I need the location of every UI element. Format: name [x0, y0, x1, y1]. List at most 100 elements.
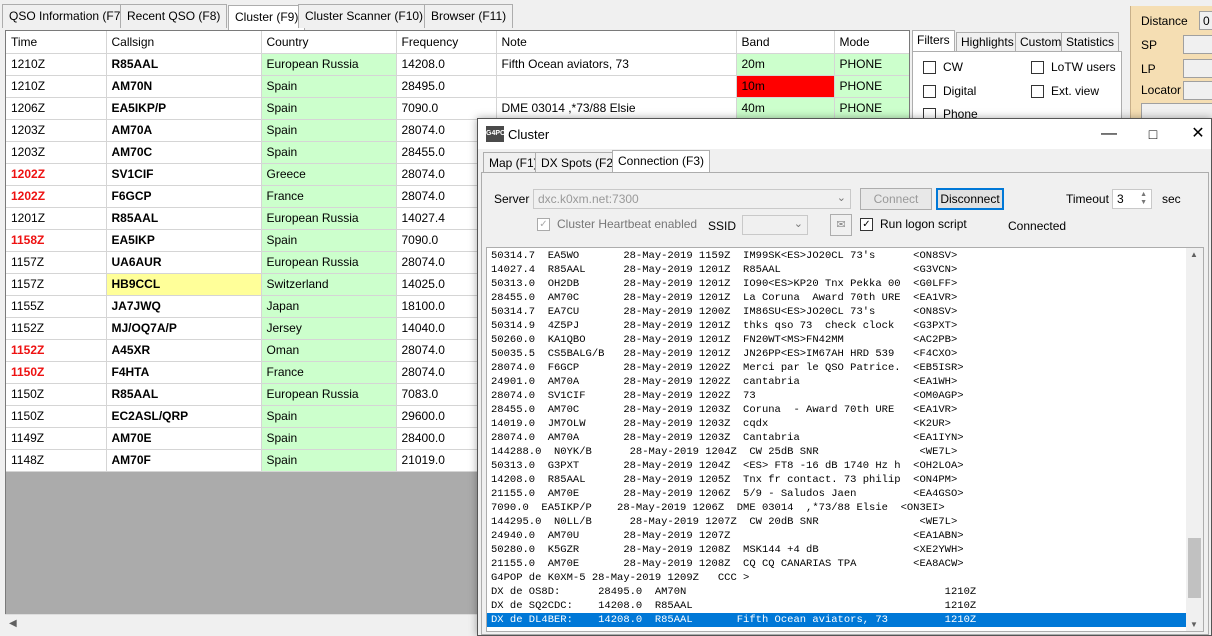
column-header[interactable]: Frequency — [396, 31, 497, 54]
minimize-icon[interactable]: — — [1086, 119, 1132, 149]
log-line[interactable]: 144288.0 N0YK/B 28-May-2019 1204Z CW 25d… — [491, 445, 1191, 459]
time-cell: 1149Z — [6, 427, 107, 450]
log-line[interactable]: 14027.4 R85AAL 28-May-2019 1201Z R85AAL … — [491, 263, 1191, 277]
maximize-icon[interactable]: □ — [1130, 119, 1176, 149]
horizontal-scrollbar[interactable]: ◀ — [5, 614, 480, 634]
column-header[interactable]: Country — [261, 31, 397, 54]
log-line[interactable]: 50313.0 G3PXT 28-May-2019 1204Z <ES> FT8… — [491, 459, 1191, 473]
column-header[interactable]: Band — [736, 31, 835, 54]
log-line[interactable]: 50313.0 OH2DB 28-May-2019 1201Z IO90<ES>… — [491, 277, 1191, 291]
log-line[interactable]: 28074.0 F6GCP 28-May-2019 1202Z Merci pa… — [491, 361, 1191, 375]
tab-custom[interactable]: Custom — [1015, 32, 1067, 52]
timeout-spinner[interactable]: 3 ▲ ▼ — [1112, 189, 1152, 209]
time-cell: 1202Z — [6, 185, 107, 208]
log-line[interactable]: 50280.0 K5GZR 28-May-2019 1208Z MSK144 +… — [491, 543, 1191, 557]
log-line[interactable]: 28455.0 AM70C 28-May-2019 1203Z Coruna -… — [491, 403, 1191, 417]
script-edit-icon[interactable]: ✉ — [830, 214, 852, 236]
tab-cluster-scanner[interactable]: Cluster Scanner (F10) — [298, 4, 431, 28]
tab-statistics[interactable]: Statistics — [1061, 32, 1120, 52]
log-line[interactable]: 24940.0 AM70U 28-May-2019 1207Z <EA1ABN> — [491, 529, 1191, 543]
table-row[interactable]: 1210Z AM70N Spain 28495.0 10m PHONE — [6, 75, 909, 98]
log-line[interactable]: DX de SQ2CDC: 14208.0 R85AAL 1210Z — [491, 599, 1191, 613]
vertical-scrollbar[interactable]: ▲ ▼ — [1186, 248, 1203, 631]
note-cell — [496, 75, 737, 98]
log-line[interactable]: G4POP de K0XM-5 28-May-2019 1209Z CCC > — [491, 571, 1191, 585]
country-cell: Spain — [261, 75, 397, 98]
cluster-log[interactable]: 50314.7 EA5WO 28-May-2019 1159Z IM99SK<E… — [486, 247, 1204, 632]
distance-label: Distance — [1141, 14, 1188, 28]
tab-connection[interactable]: Connection (F3) — [612, 150, 711, 172]
callsign-cell: F6GCP — [106, 185, 262, 208]
sp-field[interactable] — [1183, 35, 1212, 54]
log-line[interactable]: 28074.0 SV1CIF 28-May-2019 1202Z 73 <OM0… — [491, 389, 1191, 403]
close-icon[interactable]: ✕ — [1175, 119, 1212, 149]
logon-script-checkbox[interactable]: ✓ Run logon script — [860, 217, 967, 231]
tab-dx-spots[interactable]: DX Spots (F2) — [535, 152, 624, 172]
lp-field[interactable] — [1183, 59, 1212, 78]
server-value: dxc.k0xm.net:7300 — [538, 192, 639, 206]
log-line[interactable]: 21155.0 AM70E 28-May-2019 1206Z 5/9 - Sa… — [491, 487, 1191, 501]
log-line[interactable]: 50314.7 EA5WO 28-May-2019 1159Z IM99SK<E… — [491, 249, 1191, 263]
column-header[interactable]: Callsign — [106, 31, 262, 54]
server-label: Server — [494, 192, 530, 206]
heartbeat-checkbox[interactable]: ✓ Cluster Heartbeat enabled — [537, 217, 697, 231]
table-row[interactable]: 1206Z EA5IKP/P Spain 7090.0 DME 03014 ,*73/8… — [6, 97, 909, 120]
heartbeat-label: Cluster Heartbeat enabled — [557, 217, 698, 231]
log-line[interactable]: DX de DL4BER: 14208.0 R85AAL Fifth Ocean… — [487, 613, 1197, 627]
cluster-window: G4POP Cluster — □ ✕ Map (F1) DX Spots (F… — [477, 118, 1212, 636]
ssid-combo[interactable]: ⌄ — [742, 215, 808, 235]
time-cell: 1157Z — [6, 273, 107, 296]
log-line[interactable]: 7090.0 EA5IKP/P 28-May-2019 1206Z DME 03… — [491, 501, 1191, 515]
log-line[interactable]: 28074.0 AM70A 28-May-2019 1203Z Cantabri… — [491, 431, 1191, 445]
tab-cluster[interactable]: Cluster (F9) — [228, 5, 306, 30]
digital-checkbox[interactable]: Digital — [923, 84, 976, 98]
tab-recent-qso[interactable]: Recent QSO (F8) — [120, 4, 228, 28]
scroll-thumb[interactable] — [1188, 538, 1201, 598]
callsign-cell: R85AAL — [106, 53, 262, 76]
time-cell: 1157Z — [6, 251, 107, 274]
column-header[interactable]: Mode — [834, 31, 909, 54]
country-cell: Oman — [261, 339, 397, 362]
log-line[interactable]: 50035.5 CS5BALG/B 28-May-2019 1201Z JN26… — [491, 347, 1191, 361]
scroll-down-icon[interactable]: ▼ — [1190, 620, 1198, 629]
connect-button[interactable]: Connect — [860, 188, 932, 210]
log-line[interactable]: 50260.0 KA1QBO 28-May-2019 1201Z FN20WT<… — [491, 333, 1191, 347]
log-line[interactable]: 50314.9 4Z5PJ 28-May-2019 1201Z thks qso… — [491, 319, 1191, 333]
server-combo[interactable]: dxc.k0xm.net:7300 ⌄ — [533, 189, 851, 209]
log-line[interactable]: 14019.0 JM7OLW 28-May-2019 1203Z cqdx <K… — [491, 417, 1191, 431]
log-line[interactable]: 28455.0 AM70C 28-May-2019 1201Z La Corun… — [491, 291, 1191, 305]
spinner-arrows-icon[interactable]: ▲ ▼ — [1140, 191, 1147, 207]
log-line[interactable]: 14208.0 R85AAL 28-May-2019 1205Z Tnx fr … — [491, 473, 1191, 487]
tab-highlights[interactable]: Highlights — [956, 32, 1019, 52]
disconnect-button[interactable]: Disconnect — [936, 188, 1004, 210]
checkmark-icon: ✓ — [537, 217, 550, 231]
lotw-users-label: LoTW users — [1051, 60, 1116, 74]
log-line[interactable]: 144295.0 N0LL/B 28-May-2019 1207Z CW 20d… — [491, 515, 1191, 529]
table-row[interactable]: 1210Z R85AAL European Russia 14208.0 Fifth O… — [6, 53, 909, 76]
tab-browser[interactable]: Browser (F11) — [424, 4, 514, 28]
frequency-cell: 28495.0 — [396, 75, 497, 98]
ext-view-checkbox[interactable]: Ext. view — [1031, 84, 1099, 98]
callsign-cell: A45XR — [106, 339, 262, 362]
country-cell: France — [261, 185, 397, 208]
country-cell: Spain — [261, 229, 397, 252]
lotw-users-checkbox[interactable]: LoTW users — [1031, 60, 1116, 74]
log-line[interactable]: 21155.0 AM70E 28-May-2019 1208Z CQ CQ CA… — [491, 557, 1191, 571]
column-header[interactable]: Note — [496, 31, 737, 54]
column-header[interactable]: Time — [6, 31, 107, 54]
cw-checkbox[interactable]: CW — [923, 60, 963, 74]
scroll-up-icon[interactable]: ▲ — [1190, 250, 1198, 259]
time-cell: 1203Z — [6, 141, 107, 164]
tab-qso-information[interactable]: QSO Information (F7) — [2, 4, 132, 28]
locator-field[interactable] — [1183, 81, 1212, 100]
scroll-left-icon[interactable]: ◀ — [9, 618, 17, 629]
country-cell: European Russia — [261, 207, 397, 230]
country-cell: Greece — [261, 163, 397, 186]
log-line[interactable]: 24901.0 AM70A 28-May-2019 1202Z cantabri… — [491, 375, 1191, 389]
cluster-title-bar[interactable]: G4POP Cluster — □ ✕ — [478, 119, 1211, 149]
tab-filters[interactable]: Filters — [912, 30, 955, 52]
time-cell: 1148Z — [6, 449, 107, 472]
log-line[interactable]: 50314.7 EA7CU 28-May-2019 1200Z IM86SU<E… — [491, 305, 1191, 319]
log-line[interactable]: DX de OS8D: 28495.0 AM70N 1210Z — [491, 585, 1191, 599]
distance-value: 0 — [1199, 11, 1212, 30]
